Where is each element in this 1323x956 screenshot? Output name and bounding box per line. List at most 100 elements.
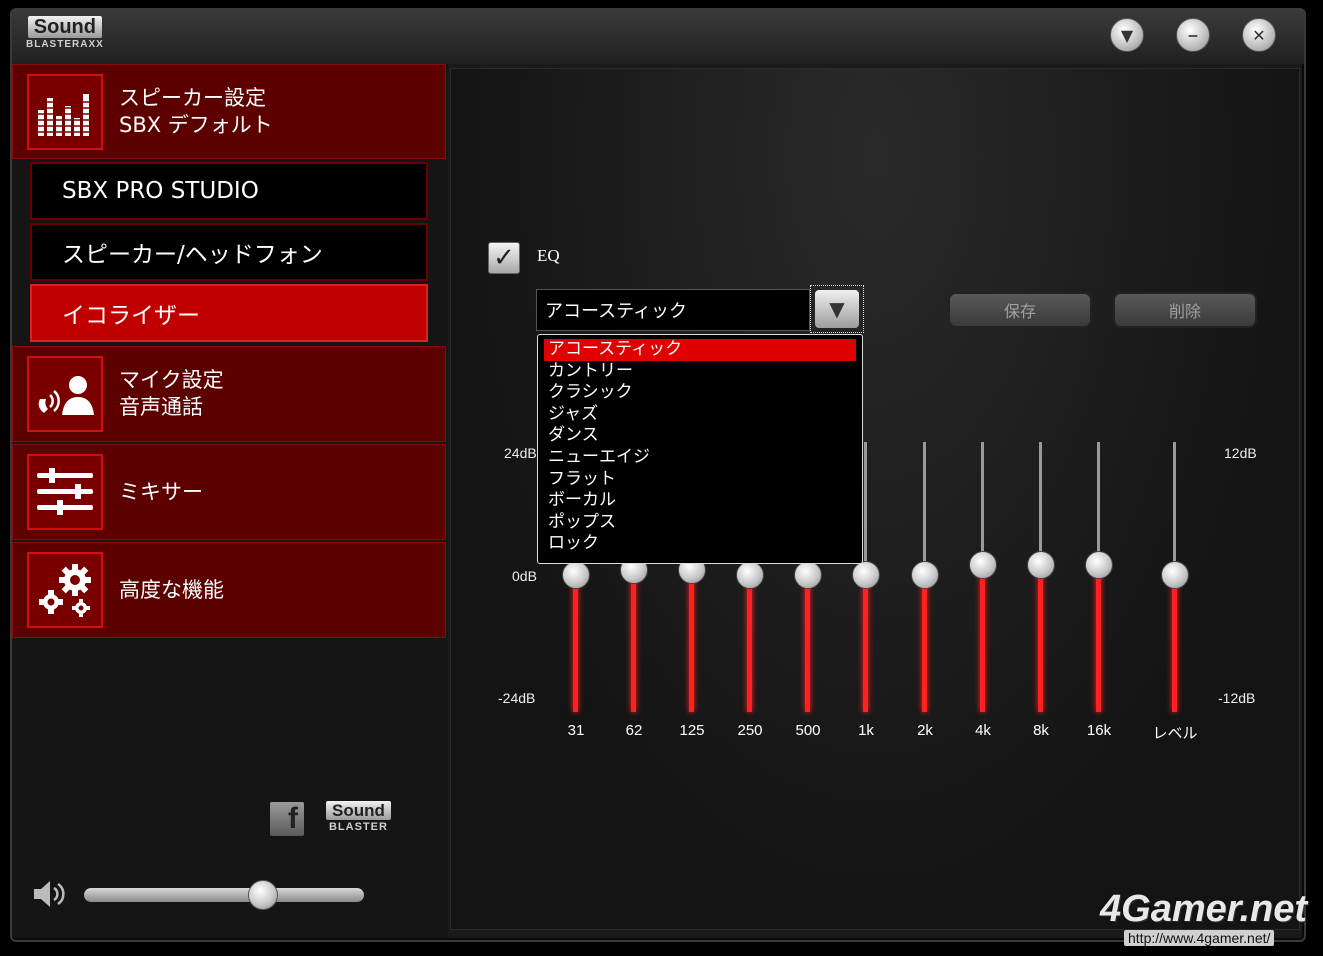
dropdown-option[interactable]: カントリー bbox=[544, 361, 856, 383]
eq-level-slider[interactable] bbox=[1155, 442, 1195, 712]
band-label: 2k bbox=[917, 722, 933, 739]
volume-slider[interactable] bbox=[84, 888, 364, 902]
slider-fill bbox=[863, 577, 868, 712]
sidebar-category-mixer[interactable]: ミキサー bbox=[12, 444, 446, 540]
minimize-button[interactable]: ⎯ bbox=[1176, 18, 1210, 52]
checkmark-icon: ✓ bbox=[493, 243, 515, 273]
mixer-sliders-icon bbox=[27, 454, 103, 530]
close-button[interactable]: ✕ bbox=[1242, 18, 1276, 52]
dropdown-menu-button[interactable]: ▼ bbox=[1110, 18, 1144, 52]
preset-select-value: アコースティック bbox=[545, 301, 688, 322]
preset-dropdown-list: アコースティック カントリー クラシック ジャズ ダンス ニューエイジ フラット ボーカル ポッ… bbox=[537, 334, 863, 564]
band-label: 1k bbox=[858, 722, 874, 739]
slider-knob[interactable] bbox=[1161, 561, 1189, 589]
brand-text: Sound bbox=[326, 801, 391, 820]
logo-text: Sound bbox=[27, 16, 102, 38]
chevron-down-icon: ▼ bbox=[815, 290, 859, 328]
brand-subtext: BLASTER bbox=[328, 821, 388, 833]
band-label: 31 bbox=[567, 722, 585, 739]
band-label: 62 bbox=[625, 722, 643, 739]
band-label: 250 bbox=[737, 722, 763, 739]
category-title: ミキサー bbox=[119, 479, 203, 504]
slider-knob[interactable] bbox=[1027, 551, 1055, 579]
eq-checkbox[interactable]: ✓ bbox=[488, 242, 520, 274]
band-label: 500 bbox=[795, 722, 821, 739]
sidebar-item-equalizer[interactable]: イコライザー bbox=[30, 284, 428, 342]
voice-chat-icon bbox=[27, 356, 103, 432]
scale-right-top: 12dB bbox=[1224, 445, 1257, 461]
eq-band-slider-8k[interactable] bbox=[1021, 442, 1061, 712]
band-label: レベル bbox=[1152, 725, 1198, 742]
dropdown-option[interactable]: ダンス bbox=[544, 425, 856, 447]
category-title: スピーカー設定 bbox=[119, 85, 266, 110]
dropdown-option[interactable]: クラシック bbox=[544, 382, 856, 404]
sidebar-item-label: スピーカー/ヘッドフォン bbox=[62, 242, 323, 268]
slider-knob[interactable] bbox=[1085, 551, 1113, 579]
slider-fill bbox=[922, 577, 927, 712]
eq-band-slider-16k[interactable] bbox=[1079, 442, 1119, 712]
minimize-icon: ⎯ bbox=[1188, 25, 1197, 44]
dropdown-option[interactable]: フラット bbox=[544, 469, 856, 491]
slider-knob[interactable] bbox=[794, 561, 822, 589]
slider-fill bbox=[631, 572, 636, 712]
close-icon: ✕ bbox=[1252, 25, 1266, 45]
dropdown-option[interactable]: ボーカル bbox=[544, 490, 856, 512]
facebook-icon[interactable]: f bbox=[270, 802, 304, 836]
volume-slider-knob[interactable] bbox=[248, 880, 279, 910]
facebook-letter: f bbox=[288, 802, 298, 835]
preset-dropdown-button[interactable]: ▼ bbox=[810, 285, 864, 333]
preset-select[interactable]: アコースティック bbox=[536, 289, 810, 331]
save-button[interactable]: 保存 bbox=[948, 292, 1092, 328]
delete-button-label: 削除 bbox=[1168, 302, 1201, 321]
speaker-volume-icon[interactable] bbox=[32, 878, 68, 910]
sidebar-item-label: SBX PRO STUDIO bbox=[62, 178, 259, 204]
slider-fill bbox=[1038, 567, 1043, 712]
slider-fill bbox=[805, 577, 810, 712]
equalizer-bars-icon bbox=[27, 73, 103, 150]
band-label: 125 bbox=[679, 722, 705, 739]
gears-icon bbox=[27, 552, 103, 628]
dropdown-option[interactable]: ジャズ bbox=[544, 404, 856, 426]
category-title: 高度な機能 bbox=[119, 577, 224, 602]
slider-fill bbox=[747, 577, 752, 712]
dropdown-option[interactable]: ポップス bbox=[544, 512, 856, 534]
slider-knob[interactable] bbox=[562, 561, 590, 589]
slider-knob[interactable] bbox=[911, 561, 939, 589]
sidebar-item-speaker-headphone[interactable]: スピーカー/ヘッドフォン bbox=[30, 223, 428, 281]
category-title: マイク設定 bbox=[119, 368, 224, 392]
scale-left-bottom: -24dB bbox=[498, 690, 536, 706]
dropdown-option[interactable]: ニューエイジ bbox=[544, 447, 856, 469]
eq-band-slider-2k[interactable] bbox=[905, 442, 945, 712]
slider-knob[interactable] bbox=[969, 551, 997, 579]
sidebar-category-mic[interactable]: マイク設定 音声通話 bbox=[12, 346, 446, 442]
sound-blaster-brand-link[interactable]: Sound BLASTER bbox=[326, 801, 391, 833]
scale-left-mid: 0dB bbox=[512, 568, 537, 584]
band-label: 8k bbox=[1033, 722, 1049, 739]
sidebar-item-label: イコライザー bbox=[62, 303, 200, 329]
dropdown-option[interactable]: ロック bbox=[544, 533, 856, 555]
eq-band-slider-4k[interactable] bbox=[963, 442, 1003, 712]
slider-fill bbox=[573, 577, 578, 712]
slider-knob[interactable] bbox=[852, 561, 880, 589]
slider-fill bbox=[1172, 577, 1177, 712]
slider-knob[interactable] bbox=[736, 561, 764, 589]
band-label: 4k bbox=[975, 722, 991, 739]
chevron-down-icon: ▼ bbox=[1120, 25, 1134, 45]
delete-button[interactable]: 削除 bbox=[1113, 292, 1257, 328]
category-subtitle: 音声通話 bbox=[119, 395, 203, 419]
eq-checkbox-label: EQ bbox=[537, 246, 560, 265]
save-button-label: 保存 bbox=[1003, 302, 1036, 321]
category-subtitle: SBX デフォルト bbox=[119, 112, 273, 137]
dropdown-option[interactable]: アコースティック bbox=[544, 339, 856, 361]
band-label: 16k bbox=[1086, 722, 1112, 739]
sidebar-item-sbx-pro-studio[interactable]: SBX PRO STUDIO bbox=[30, 162, 428, 220]
scale-right-bottom: -12dB bbox=[1218, 690, 1256, 706]
slider-fill bbox=[980, 567, 985, 712]
watermark-url: http://www.4gamer.net/ bbox=[1124, 930, 1275, 946]
sound-blaster-logo: Sound BLASTERAXX bbox=[26, 16, 104, 50]
sidebar-category-speaker[interactable]: スピーカー設定 SBX デフォルト bbox=[12, 64, 446, 159]
sidebar-category-advanced[interactable]: 高度な機能 bbox=[12, 542, 446, 638]
slider-fill bbox=[689, 572, 694, 712]
logo-subtext: BLASTERAXX bbox=[26, 39, 104, 50]
slider-fill bbox=[1096, 567, 1101, 712]
